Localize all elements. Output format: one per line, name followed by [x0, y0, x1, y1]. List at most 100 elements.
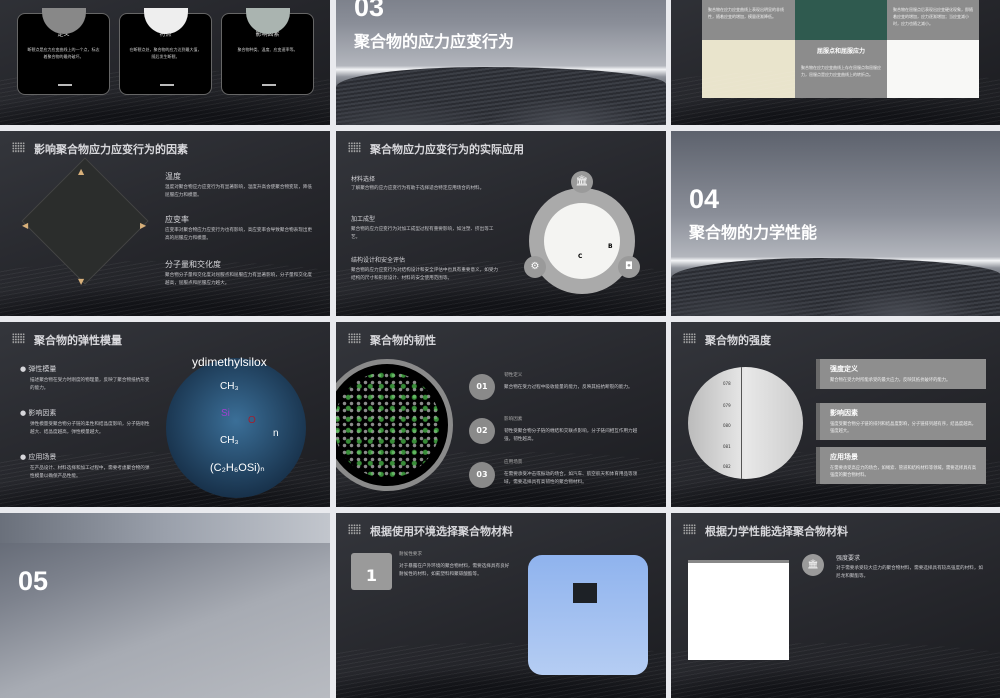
slide-thumbnail-1[interactable]: 定义 断裂点是应力应变曲线上的一个点，标志着聚合物的最终破坏。 特点 在断裂点处，聚…: [0, 0, 330, 125]
heading-text: 弹性模量: [28, 365, 57, 373]
atom-label: Si: [221, 408, 230, 419]
body-text: 聚合物在应力应变曲线上存在屈服点和屈服应力，屈服点是应力应变曲线上的转折点。: [801, 65, 881, 77]
triangle-right-icon: ▶: [140, 221, 147, 230]
slide-title: 聚合物的弹性模量: [34, 334, 122, 347]
item-text: 在产品设计、材料选择和加工过程中，需要考虑聚合物的弹性模量以确保产品性能。: [30, 466, 150, 479]
triangle-down-icon: ▼: [78, 277, 85, 286]
atom-label: CH₃: [220, 435, 239, 446]
box-text: 在需要承受高应力的场合，如绳索、管道和结构材料等领域，需要选择具有高强度的聚合物…: [830, 466, 977, 478]
card-bar: [262, 84, 276, 86]
atom-label: CH₃: [220, 381, 239, 392]
item-text: 应变率对聚合物应力应变行为也有影响，高应变率会导致聚合物表现出更高的屈服应力和模…: [165, 228, 313, 241]
card-text: 在断裂点处，聚合物的应力达到最大值，随后发生断裂。: [129, 47, 202, 59]
wave-image: [671, 258, 1000, 316]
slide-title: 影响聚合物应力应变行为的因素: [34, 143, 188, 156]
slide-title: 根据使用环境选择聚合物材料: [370, 525, 513, 538]
triangle-up-icon: ▲: [78, 167, 85, 176]
item-text: 聚合物在受力过程中吸收能量的能力，反映其抵抗断裂的能力。: [504, 385, 633, 390]
scale-label: 078: [723, 381, 731, 386]
dots-icon: [683, 333, 696, 344]
chart-image: [21, 157, 149, 285]
slide-thumbnail-12[interactable]: 根据力学性能选择聚合物材料 🏛 强度要求 对于需要承受较大应力的聚合物材料，需要…: [671, 513, 1000, 698]
box-text: 强度受聚合物分子链的排列和结晶度影响，分子链排列越有序，结晶度越高，强度越大。: [830, 422, 977, 434]
item-heading: 影响因素: [504, 417, 523, 422]
dots-icon: [683, 524, 696, 535]
slide-thumbnail-10[interactable]: 05: [0, 513, 330, 698]
step-number: 01: [469, 374, 495, 400]
item-heading: ● 弹性模量: [20, 365, 57, 373]
box-heading: 强度定义: [830, 365, 858, 373]
info-box: 影响因素强度受聚合物分子链的排列和结晶度影响，分子链排列越有序，结晶度越高，强度…: [816, 403, 986, 440]
molecule-name: ydimethylsilox: [192, 355, 267, 369]
info-box: 强度定义 聚合物在受力时所能承受的最大应力，反映其抵抗破坏的能力。: [816, 359, 986, 389]
specimen-image: C B: [544, 203, 620, 279]
item-text: 描述聚合物在受力时刚度的物理量，反映了聚合物抵抗形变的能力。: [30, 378, 150, 391]
dots-icon: [12, 333, 25, 344]
slide-thumbnail-5[interactable]: 聚合物应力应变行为的实际应用 材料选择 了解聚合物的应力应变行为有助于选择适合特…: [336, 131, 666, 316]
scale-label: 082: [723, 464, 731, 469]
bank-icon: 🏛: [802, 554, 824, 576]
heading-text: 影响因素: [28, 409, 57, 417]
diagram-ring: C B: [529, 188, 635, 294]
body-text: 聚合物在屈服点后表现出应变硬化现象，即随着应变的增加，应力逐渐增加；当应变减小时…: [893, 7, 973, 26]
section-title: 聚合物的力学性能: [689, 223, 818, 242]
section-number: 03: [354, 0, 385, 22]
slide-title: 根据力学性能选择聚合物材料: [705, 525, 848, 538]
atom-label: O: [248, 415, 256, 426]
step-number: 1: [351, 553, 392, 590]
item-text: 聚合物的应力应变行为对结构设计和安全评估中也具有重要意义，如受力结构的尺寸和形状…: [351, 268, 499, 281]
item-text: 温度对聚合物应力应变行为有显著影响，温度升高会使聚合物变软，降低屈服应力和模量。: [165, 185, 313, 198]
atom-label: n: [273, 428, 279, 439]
dots-icon: [12, 142, 25, 153]
card-factors: 影响因素 聚合物种类、温度、应变速率等。: [221, 8, 314, 95]
scale-image: 078 079 080 081 082: [688, 367, 803, 479]
slide-thumbnail-4[interactable]: 影响聚合物应力应变行为的因素 ▲ ▼ ◀ ▶ 温度 温度对聚合物应力应变行为有显…: [0, 131, 330, 316]
header-band: [0, 513, 330, 543]
molecule-formula: (C₂H₆OSi)ₙ: [210, 462, 265, 474]
item-heading: 强度要求: [836, 555, 861, 562]
bank-icon: 🏛: [571, 171, 593, 193]
slide-thumbnail-7[interactable]: 聚合物的弹性模量 ● 弹性模量 描述聚合物在受力时刚度的物理量，反映了聚合物抵抗…: [0, 322, 330, 507]
books-image: [887, 40, 979, 98]
books-image: [702, 40, 795, 98]
scale-label: 079: [723, 403, 731, 408]
gear-icon: ⚙: [524, 256, 546, 278]
card-text: 断裂点是应力应变曲线上的一个点，标志着聚合物的最终破坏。: [27, 47, 100, 59]
text-box: 屈服点和屈服应力 聚合物在应力应变曲线上存在屈服点和屈服应力，屈服点是应力应变曲线…: [795, 40, 887, 98]
molecule-image: [336, 359, 453, 491]
item-heading: 韧性定义: [504, 373, 523, 378]
body-text: 聚合物在应力应变曲线上表现出明显的非线性，随着应变的增加，模量逐渐降低。: [708, 7, 784, 19]
item-heading: 加工成型: [351, 216, 376, 223]
slide-title: 聚合物应力应变行为的实际应用: [370, 143, 524, 156]
box-heading: 影响因素: [830, 409, 858, 417]
dots-icon: [348, 333, 361, 344]
text-box: 聚合物在应力应变曲线上表现出明显的非线性，随着应变的增加，模量逐渐降低。: [702, 0, 795, 40]
item-heading: 应用场景: [504, 460, 523, 465]
slide-thumbnail-3[interactable]: 聚合物在应力应变曲线上表现出明显的非线性，随着应变的增加，模量逐渐降低。 聚合物…: [671, 0, 1000, 125]
box-heading: 应用场景: [830, 453, 858, 461]
molecule-mesh-image: [688, 560, 789, 660]
item-text: 弹性模量受聚合物分子链的柔性和结晶度影响，分子链刚性越大、结晶度越高，弹性模量越…: [30, 422, 150, 435]
section-number: 04: [689, 184, 720, 214]
slide-thumbnail-6[interactable]: 04 聚合物的力学性能: [671, 131, 1000, 316]
slide-thumbnail-11[interactable]: 根据使用环境选择聚合物材料 1 耐候性要求 对于暴露在户外环境的聚合物材料，需要…: [336, 513, 666, 698]
item-heading: 温度: [165, 172, 181, 181]
scale-label: 080: [723, 423, 731, 428]
item-heading: ● 影响因素: [20, 409, 57, 417]
item-heading: 耐候性要求: [399, 552, 422, 557]
item-heading: 结构设计和安全评估: [351, 257, 406, 264]
tower-shape: [573, 583, 597, 603]
molecule-atoms: [336, 372, 440, 478]
slide-title: 聚合物的强度: [705, 334, 771, 347]
item-text: 了解聚合物的应力应变行为有助于选择适合特定应用场合的材料。: [351, 186, 485, 191]
wave-image: [336, 67, 666, 125]
slide-thumbnail-8[interactable]: 聚合物的韧性 01 韧性定义 聚合物在受力过程中吸收能量的能力，反映其抵抗断裂的…: [336, 322, 666, 507]
slide-thumbnail-2[interactable]: 03 聚合物的应力应变行为: [336, 0, 666, 125]
card-bar: [160, 84, 174, 86]
teacher-image: [795, 0, 887, 40]
slide-thumbnail-9[interactable]: 聚合物的强度 078 079 080 081 082 强度定义 聚合物在受力时所能…: [671, 322, 1000, 507]
card-text: 聚合物种类、温度、应变速率等。: [237, 47, 298, 52]
item-text: 对于暴露在户外环境的聚合物材料，需要选择具有良好耐候性的材料，如氟塑料和聚碳酸酯…: [399, 564, 510, 577]
card-features: 特点 在断裂点处，聚合物的应力达到最大值，随后发生断裂。: [119, 8, 212, 95]
item-heading: 分子量和交化度: [165, 260, 221, 269]
